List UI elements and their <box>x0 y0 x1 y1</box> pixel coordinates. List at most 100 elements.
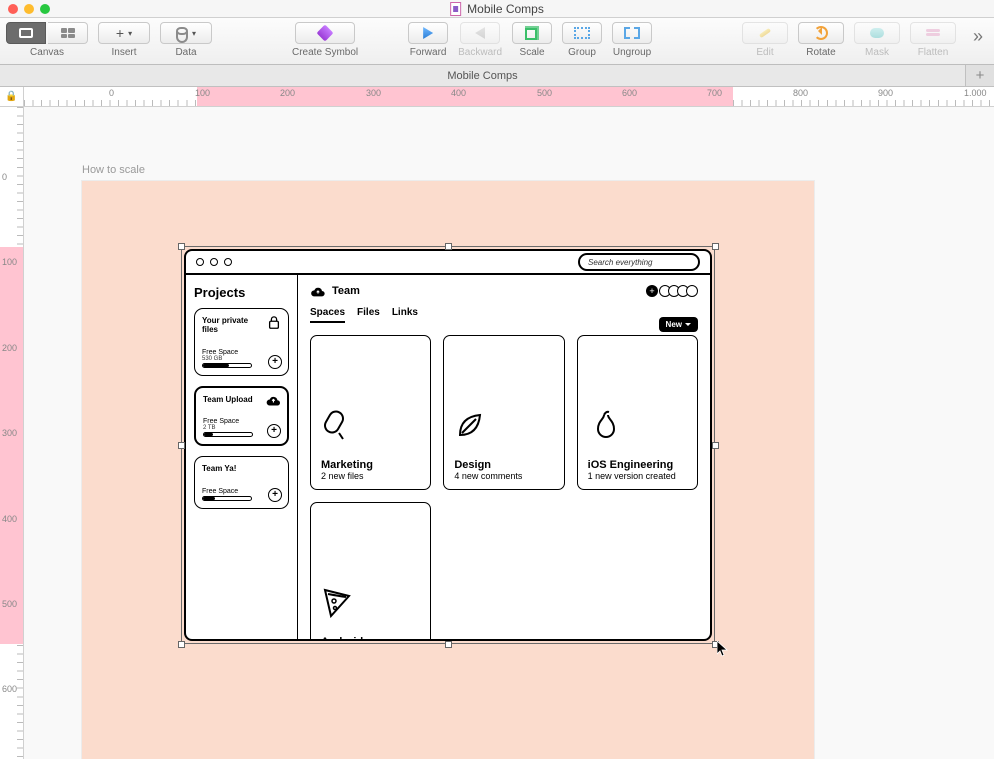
add-tab-button[interactable]: + <box>966 65 994 86</box>
view-canvas-button[interactable] <box>6 22 46 44</box>
view-components-button[interactable] <box>48 22 88 44</box>
ungroup-label: Ungroup <box>613 47 651 58</box>
group-group: Group <box>562 22 602 58</box>
flatten-icon <box>926 29 940 37</box>
edit-group: Edit <box>742 22 788 58</box>
symbol-icon <box>317 25 334 42</box>
grid-icon <box>61 28 75 38</box>
document-icon <box>450 2 461 16</box>
ruler-v-label: 100 <box>2 257 17 267</box>
chevron-down-icon: ▾ <box>192 29 196 38</box>
canvas-group: Canvas <box>6 22 88 58</box>
forward-label: Forward <box>410 47 447 58</box>
ruler-h-label: 600 <box>622 88 637 98</box>
ruler-v-label: 400 <box>2 514 17 524</box>
ungroup-group: Ungroup <box>612 22 652 58</box>
database-icon <box>176 27 188 39</box>
ruler-h-label: 400 <box>451 88 466 98</box>
document-tabs: Mobile Comps + <box>0 65 994 87</box>
ruler-h-label: 300 <box>366 88 381 98</box>
mask-group: Mask <box>854 22 900 58</box>
ruler-h-label: 700 <box>707 88 722 98</box>
flatten-group: Flatten <box>910 22 956 58</box>
close-window-button[interactable] <box>8 4 18 14</box>
ungroup-button[interactable] <box>612 22 652 44</box>
ruler-h-label: 800 <box>793 88 808 98</box>
ruler-v-label: 600 <box>2 684 17 694</box>
canvas-label: Canvas <box>30 47 64 58</box>
mask-button[interactable] <box>854 22 900 44</box>
pencil-icon <box>759 28 771 38</box>
group-icon <box>574 27 590 39</box>
create-symbol-group: Create Symbol <box>292 22 358 58</box>
ruler-row: 🔒 0 100 200 300 400 500 600 700 800 900 1.000 <box>0 87 994 107</box>
forward-button[interactable] <box>408 22 448 44</box>
plus-icon: + <box>116 25 124 41</box>
rotate-button[interactable] <box>798 22 844 44</box>
selection-handle[interactable] <box>445 641 452 648</box>
ruler-h-label: 200 <box>280 88 295 98</box>
cursor-icon <box>717 641 729 657</box>
backward-icon <box>475 27 485 39</box>
insert-group: +▾ Insert <box>98 22 150 58</box>
forward-icon <box>423 27 433 39</box>
document-title: Mobile Comps <box>450 2 544 16</box>
document-title-text: Mobile Comps <box>467 2 544 16</box>
flatten-label: Flatten <box>918 47 949 58</box>
backward-group: Backward <box>458 22 502 58</box>
mask-icon <box>870 28 884 38</box>
rotate-icon <box>814 26 828 40</box>
tab-mobile-comps[interactable]: Mobile Comps <box>0 65 966 86</box>
edit-label: Edit <box>756 47 773 58</box>
ungroup-icon <box>624 27 640 39</box>
ruler-v-label: 200 <box>2 343 17 353</box>
insert-label: Insert <box>111 47 136 58</box>
group-button[interactable] <box>562 22 602 44</box>
toolbar-overflow-button[interactable]: » <box>968 26 988 47</box>
scale-icon <box>525 26 539 40</box>
edit-button[interactable] <box>742 22 788 44</box>
artboard-label[interactable]: How to scale <box>82 164 145 176</box>
ruler-v-label: 0 <box>2 172 7 182</box>
selection-handle[interactable] <box>445 243 452 250</box>
workspace: 0100200300400500600 How to scale Search … <box>0 107 994 759</box>
forward-group: Forward <box>408 22 448 58</box>
selection-handle[interactable] <box>178 442 185 449</box>
selection-box[interactable] <box>181 246 715 644</box>
group-label: Group <box>568 47 596 58</box>
backward-button[interactable] <box>460 22 500 44</box>
selection-handle[interactable] <box>178 641 185 648</box>
selection-handle[interactable] <box>712 243 719 250</box>
scale-label: Scale <box>520 47 545 58</box>
backward-label: Backward <box>458 47 502 58</box>
ruler-h-label: 900 <box>878 88 893 98</box>
data-group: ▾ Data <box>160 22 212 58</box>
create-symbol-label: Create Symbol <box>292 47 358 58</box>
minimize-window-button[interactable] <box>24 4 34 14</box>
ruler-origin-lock[interactable]: 🔒 <box>0 87 24 107</box>
scale-button[interactable] <box>512 22 552 44</box>
canvas-icon <box>19 28 33 38</box>
data-label: Data <box>175 47 196 58</box>
data-button[interactable]: ▾ <box>160 22 212 44</box>
selection-handle[interactable] <box>712 442 719 449</box>
chevron-down-icon: ▾ <box>128 29 132 38</box>
ruler-h-label: 500 <box>537 88 552 98</box>
ruler-h-label: 0 <box>109 88 114 98</box>
mask-label: Mask <box>865 47 889 58</box>
scale-group: Scale <box>512 22 552 58</box>
ruler-h-label: 100 <box>195 88 210 98</box>
zoom-window-button[interactable] <box>40 4 50 14</box>
toolbar: Canvas +▾ Insert ▾ Data Create Symbol Fo… <box>0 18 994 65</box>
create-symbol-button[interactable] <box>295 22 355 44</box>
selection-handle[interactable] <box>178 243 185 250</box>
ruler-vertical[interactable]: 0100200300400500600 <box>0 107 24 759</box>
titlebar: Mobile Comps <box>0 0 994 18</box>
insert-button[interactable]: +▾ <box>98 22 150 44</box>
ruler-v-label: 300 <box>2 428 17 438</box>
rotate-label: Rotate <box>806 47 835 58</box>
ruler-horizontal[interactable]: 0 100 200 300 400 500 600 700 800 900 1.000 <box>24 87 994 107</box>
flatten-button[interactable] <box>910 22 956 44</box>
ruler-h-label: 1.000 <box>964 88 987 98</box>
canvas-viewport[interactable]: How to scale Search everything Projects … <box>24 107 994 759</box>
